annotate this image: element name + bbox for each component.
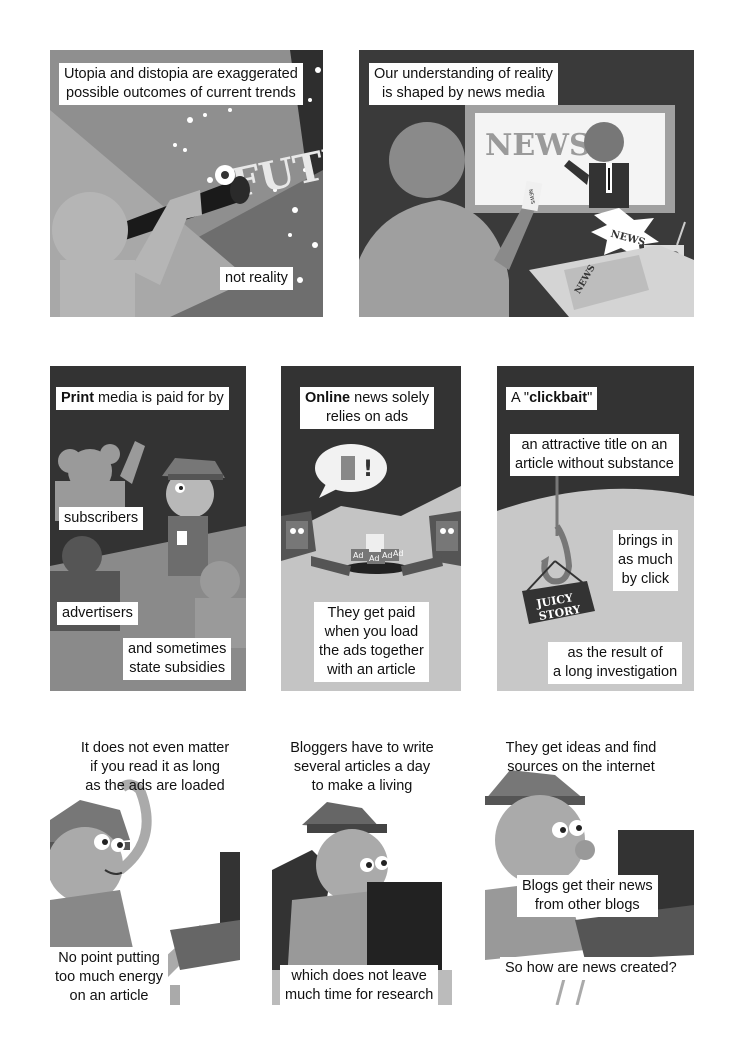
caption-line: " <box>587 390 593 406</box>
ad-label: Ad <box>353 551 363 560</box>
caption-bold: Print <box>61 390 95 406</box>
caption-long-investigation: as the result of a long investigation <box>548 642 683 684</box>
caption-line: They get ideas and find <box>505 740 657 756</box>
caption-line: relies on ads <box>325 409 409 425</box>
caption-online-news: Online news solely relies on ads <box>300 387 435 429</box>
caption-line: media is paid for by <box>94 390 224 406</box>
ad-label: Ad <box>382 551 392 560</box>
comic-panel-ads-loaded: It does not even matter if you read it a… <box>50 730 250 1005</box>
caption-line: possible outcomes of current trends <box>66 85 296 101</box>
caption-line: as much <box>618 552 673 568</box>
label-advertisers: advertisers <box>57 602 138 625</box>
comic-panel-news-media: NEWS NEWS NEWS NEWS Our understanding of… <box>359 50 694 317</box>
caption-print-media: Print media is paid for by <box>56 387 229 410</box>
caption-line: too much energy <box>55 969 164 985</box>
caption-line: the ads together <box>319 643 424 659</box>
caption-not-reality: not reality <box>220 267 293 290</box>
comic-panel-print-media: Print media is paid for by subscribers a… <box>50 366 246 691</box>
caption-line: It does not even matter <box>80 740 230 756</box>
text-bloggers: Bloggers have to write several articles … <box>272 739 452 796</box>
caption-line: subscribers <box>64 510 139 526</box>
caption-how-news-created: So how are news created? <box>500 957 682 980</box>
caption-bold: Online <box>305 390 351 406</box>
caption-line: much time for research <box>285 987 434 1003</box>
caption-line: Bloggers have to write <box>290 740 434 756</box>
text-ads-loaded: It does not even matter if you read it a… <box>55 739 250 796</box>
caption-line: as the result of <box>567 645 663 661</box>
caption-line: which does not leave <box>291 968 427 984</box>
text-ideas-sources: They get ideas and find sources on the i… <box>485 739 681 777</box>
bubble-exclamation: ! <box>363 457 373 482</box>
caption-line: several articles a day <box>293 759 431 775</box>
caption-line: to make a living <box>311 778 413 794</box>
caption-brings-in: brings in as much by click <box>613 530 678 591</box>
tv-screen-news-text: NEWS <box>485 128 591 163</box>
label-state-subsidies: and sometimes state subsidies <box>123 638 232 680</box>
caption-clickbait-definition: an attractive title on an article withou… <box>510 434 679 476</box>
caption-line: on an article <box>69 988 149 1004</box>
caption-line: with an article <box>327 662 416 678</box>
caption-bold: clickbait <box>529 390 588 406</box>
caption-no-point: No point putting too much energy on an a… <box>50 947 169 1005</box>
caption-line: by click <box>621 571 670 587</box>
caption-line: Our understanding of reality <box>374 66 553 82</box>
caption-no-time: which does not leave much time for resea… <box>280 965 439 1005</box>
comic-panel-clickbait: JUICY STORY A "clickbait" an attractive … <box>497 366 694 691</box>
comic-panel-news-sources: They get ideas and find sources on the i… <box>485 730 694 1005</box>
caption-line: an attractive title on an <box>521 437 668 453</box>
caption-utopia: Utopia and distopia are exaggerated poss… <box>59 63 303 105</box>
caption-they-get-paid: They get paid when you load the ads toge… <box>314 602 429 682</box>
caption-line: No point putting <box>58 950 160 966</box>
caption-line: sources on the internet <box>507 759 655 775</box>
caption-line: advertisers <box>62 605 133 621</box>
label-subscribers: subscribers <box>59 507 144 530</box>
caption-line: Online news solely <box>305 389 429 408</box>
caption-line: when you load <box>324 624 419 640</box>
caption-line: A " <box>511 390 530 406</box>
caption-understanding: Our understanding of reality is shaped b… <box>369 63 558 105</box>
laptop-right-icon <box>429 511 461 566</box>
caption-line: Blogs get their news <box>522 878 653 894</box>
computer-monitor-icon <box>367 882 442 977</box>
caption-line: not reality <box>225 270 288 286</box>
caption-line: news solely <box>350 390 430 406</box>
caption-line: state subsidies <box>129 660 226 676</box>
caption-line: Utopia and distopia are exaggerated <box>64 66 298 82</box>
caption-line: from other blogs <box>534 897 640 913</box>
caption-line: So how are news created? <box>505 960 677 976</box>
caption-blogs-news: Blogs get their news from other blogs <box>517 875 658 917</box>
caption-clickbait: A "clickbait" <box>506 387 598 410</box>
caption-line: article without substance <box>515 456 674 472</box>
comic-panel-online-news: ! Ad Ad Ad Ad Online news solely relies … <box>281 366 461 691</box>
caption-line: if you read it as long <box>90 759 220 775</box>
caption-line: as the ads are loaded <box>85 778 225 794</box>
caption-line: a long investigation <box>553 664 678 680</box>
ad-label: Ad <box>369 554 379 563</box>
ad-label: Ad <box>393 549 403 558</box>
caption-line: brings in <box>618 533 673 549</box>
caption-line: and sometimes <box>128 641 227 657</box>
caption-line: They get paid <box>327 605 416 621</box>
comic-panel-bloggers: Bloggers have to write several articles … <box>272 730 452 1005</box>
caption-line: is shaped by news media <box>382 85 545 101</box>
comic-panel-future: FUTURE Utopia and distopia are exaggerat… <box>50 50 323 317</box>
